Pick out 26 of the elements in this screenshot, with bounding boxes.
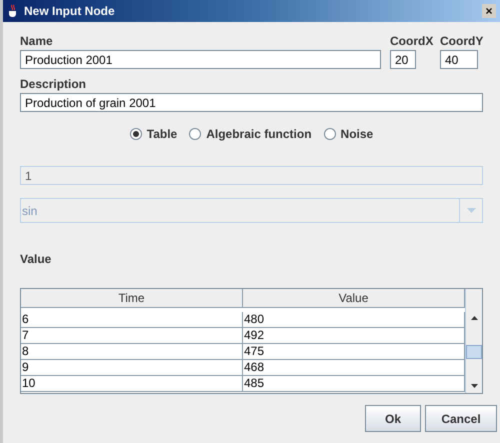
column-header[interactable]: Time xyxy=(21,289,243,308)
value-label: Value xyxy=(20,251,52,268)
coordx-label: CoordX xyxy=(390,33,431,50)
name-field[interactable]: Production 2001 xyxy=(20,50,381,69)
column-header[interactable]: Value xyxy=(243,289,465,308)
description-label: Description xyxy=(20,76,88,93)
table-cell: 7 xyxy=(21,328,243,343)
dialog-button[interactable]: Cancel xyxy=(425,405,497,432)
coordy-field[interactable]: 40 xyxy=(440,50,478,69)
scrollbar[interactable] xyxy=(465,289,482,393)
description-field[interactable]: Production of grain 2001 xyxy=(20,93,483,112)
radio-option[interactable]: Noise xyxy=(324,125,374,143)
name-label: Name xyxy=(20,33,54,50)
table-cell: 9 xyxy=(21,360,243,375)
coordy-label: CoordY xyxy=(440,33,483,50)
dropdown-arrow-icon xyxy=(466,208,476,213)
radio-option[interactable]: Table xyxy=(130,125,178,143)
coordx-field[interactable]: 20 xyxy=(390,50,416,69)
dialog-button[interactable]: Ok xyxy=(365,405,421,432)
close-button[interactable]: × xyxy=(482,4,496,18)
window-title: New Input Node xyxy=(24,3,115,20)
table-cell: 10 xyxy=(21,376,243,391)
table-cell: 6 xyxy=(21,312,243,327)
scroll-thumb[interactable] xyxy=(466,345,482,359)
table-cell: 8 xyxy=(21,344,243,359)
radio-option[interactable]: Algebraic function xyxy=(189,125,312,143)
